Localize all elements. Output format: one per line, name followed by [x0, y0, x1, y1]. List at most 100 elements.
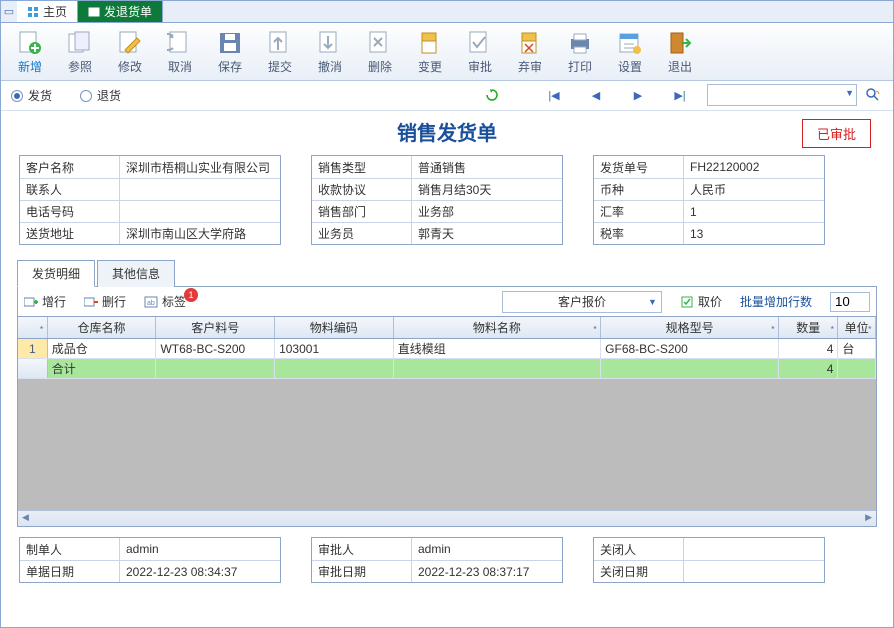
value-contact[interactable]	[120, 179, 280, 200]
document-title: 销售发货单	[397, 117, 497, 146]
batch-input[interactable]	[830, 292, 870, 312]
change-icon	[416, 29, 444, 57]
label-currency: 币种	[594, 179, 684, 200]
form-doc: 发货单号FH22120002 币种人民币 汇率1 税率13	[593, 155, 825, 245]
price-combo[interactable]: 客户报价▼	[502, 291, 662, 313]
value-phone[interactable]	[120, 201, 280, 222]
grid-scrollbar[interactable]	[18, 510, 876, 526]
edit-button[interactable]: 修改	[105, 25, 155, 78]
cell[interactable]: 4	[779, 339, 838, 358]
search-input[interactable]: ▼	[707, 84, 857, 106]
new-icon	[16, 29, 44, 57]
value-approver: admin	[412, 538, 562, 560]
grid-header-7[interactable]: 单位⭑	[838, 317, 876, 338]
revoke-button[interactable]: 撤消	[305, 25, 355, 78]
value-salesman[interactable]: 郭青天	[412, 223, 562, 244]
label-button[interactable]: ab标签1	[144, 293, 204, 310]
value-maker: admin	[120, 538, 280, 560]
svg-text:ab: ab	[147, 300, 155, 307]
detail-grid: ⭑仓库名称客户料号物料编码物料名称⭑规格型号⭑数量⭑单位⭑ 1成品仓WT68-B…	[17, 317, 877, 527]
new-button[interactable]: 新增	[5, 25, 55, 78]
table-row[interactable]: 1成品仓WT68-BC-S200103001直线模组GF68-BC-S2004台	[18, 339, 876, 359]
label-salesman: 业务员	[312, 223, 412, 244]
addrow-button[interactable]: 增行	[24, 293, 66, 310]
nav-next[interactable]: ▶	[617, 84, 659, 106]
tab-detail[interactable]: 发货明细	[17, 260, 95, 287]
batch-label: 批量增加行数	[740, 293, 812, 310]
cell[interactable]: WT68-BC-S200	[156, 339, 275, 358]
grid-header-2[interactable]: 客户料号	[156, 317, 275, 338]
approve-button[interactable]: 审批	[455, 25, 505, 78]
value-tax[interactable]: 13	[684, 223, 824, 244]
approve-icon	[466, 29, 494, 57]
submit-button[interactable]: 提交	[255, 25, 305, 78]
refresh-button[interactable]	[471, 84, 513, 106]
approved-stamp: 已审批	[802, 119, 871, 148]
tab-home-label: 主页	[43, 3, 67, 20]
search-button[interactable]	[863, 85, 883, 105]
value-currency[interactable]: 人民币	[684, 179, 824, 200]
grid-header-0[interactable]: ⭑	[18, 317, 48, 338]
tab-home[interactable]: 主页	[17, 1, 78, 22]
print-icon	[566, 29, 594, 57]
total-row: 合计4	[18, 359, 876, 379]
tab-other[interactable]: 其他信息	[97, 260, 175, 287]
radio-return[interactable]: 退货	[80, 87, 121, 104]
footer-maker: 制单人admin 单据日期2022-12-23 08:34:37	[19, 537, 281, 583]
delete-button[interactable]: 删除	[355, 25, 405, 78]
value-saletype[interactable]: 普通销售	[412, 156, 562, 178]
value-payment[interactable]: 销售月结30天	[412, 179, 562, 200]
label-closedate: 关闭日期	[594, 561, 684, 582]
document-title-row: 销售发货单 已审批	[1, 111, 893, 151]
form-customer: 客户名称深圳市梧桐山实业有限公司 联系人 电话号码 送货地址深圳市南山区大学府路	[19, 155, 281, 245]
revoke-icon	[316, 29, 344, 57]
cell[interactable]: 103001	[275, 339, 394, 358]
value-rate[interactable]: 1	[684, 201, 824, 222]
value-customer[interactable]: 深圳市梧桐山实业有限公司	[120, 156, 280, 178]
radio-ship[interactable]: 发货	[11, 87, 52, 104]
change-button[interactable]: 变更	[405, 25, 455, 78]
search-dropdown-icon[interactable]: ▼	[845, 88, 854, 98]
grid-header-1[interactable]: 仓库名称	[48, 317, 157, 338]
delete-icon	[366, 29, 394, 57]
save-button[interactable]: 保存	[205, 25, 255, 78]
settings-button[interactable]: 设置	[605, 25, 655, 78]
label-saletype: 销售类型	[312, 156, 412, 178]
label-address: 送货地址	[20, 223, 120, 244]
delrow-button[interactable]: 删行	[84, 293, 126, 310]
grid-header-3[interactable]: 物料编码	[275, 317, 394, 338]
cell[interactable]: 成品仓	[48, 339, 157, 358]
nav-first[interactable]: |◀	[533, 84, 575, 106]
window-tab-strip: ▭ 主页 发退货单	[1, 1, 893, 23]
value-address[interactable]: 深圳市南山区大学府路	[120, 223, 280, 244]
getprice-button[interactable]: 取价	[680, 293, 722, 310]
ref-button[interactable]: 参照	[55, 25, 105, 78]
value-closedate	[684, 561, 824, 582]
save-icon	[216, 29, 244, 57]
exit-button[interactable]: 退出	[655, 25, 705, 78]
reject-button[interactable]: 弃审	[505, 25, 555, 78]
grid-header-4[interactable]: 物料名称⭑	[394, 317, 602, 338]
grid-header-5[interactable]: 规格型号⭑	[601, 317, 779, 338]
tabs-icon: ▭	[1, 1, 17, 22]
label-phone: 电话号码	[20, 201, 120, 222]
print-button[interactable]: 打印	[555, 25, 605, 78]
nav-last[interactable]: ▶|	[659, 84, 701, 106]
label-rate: 汇率	[594, 201, 684, 222]
edit-icon	[116, 29, 144, 57]
label-customer: 客户名称	[20, 156, 120, 178]
value-approvedate: 2022-12-23 08:37:17	[412, 561, 562, 582]
cell[interactable]: 直线模组	[394, 339, 601, 358]
cell[interactable]: 台	[838, 339, 876, 358]
tab-delivery-return[interactable]: 发退货单	[78, 1, 163, 22]
cancel-button[interactable]: 取消	[155, 25, 205, 78]
value-closer	[684, 538, 824, 560]
footer-approver: 审批人admin 审批日期2022-12-23 08:37:17	[311, 537, 563, 583]
nav-prev[interactable]: ◀	[575, 84, 617, 106]
grid-header-6[interactable]: 数量⭑	[779, 317, 838, 338]
value-docdate: 2022-12-23 08:34:37	[120, 561, 280, 582]
cell[interactable]: GF68-BC-S200	[601, 339, 779, 358]
form-sale: 销售类型普通销售 收款协议销售月结30天 销售部门业务部 业务员郭青天	[311, 155, 563, 245]
value-dept[interactable]: 业务部	[412, 201, 562, 222]
value-docno[interactable]: FH22120002	[684, 156, 824, 178]
